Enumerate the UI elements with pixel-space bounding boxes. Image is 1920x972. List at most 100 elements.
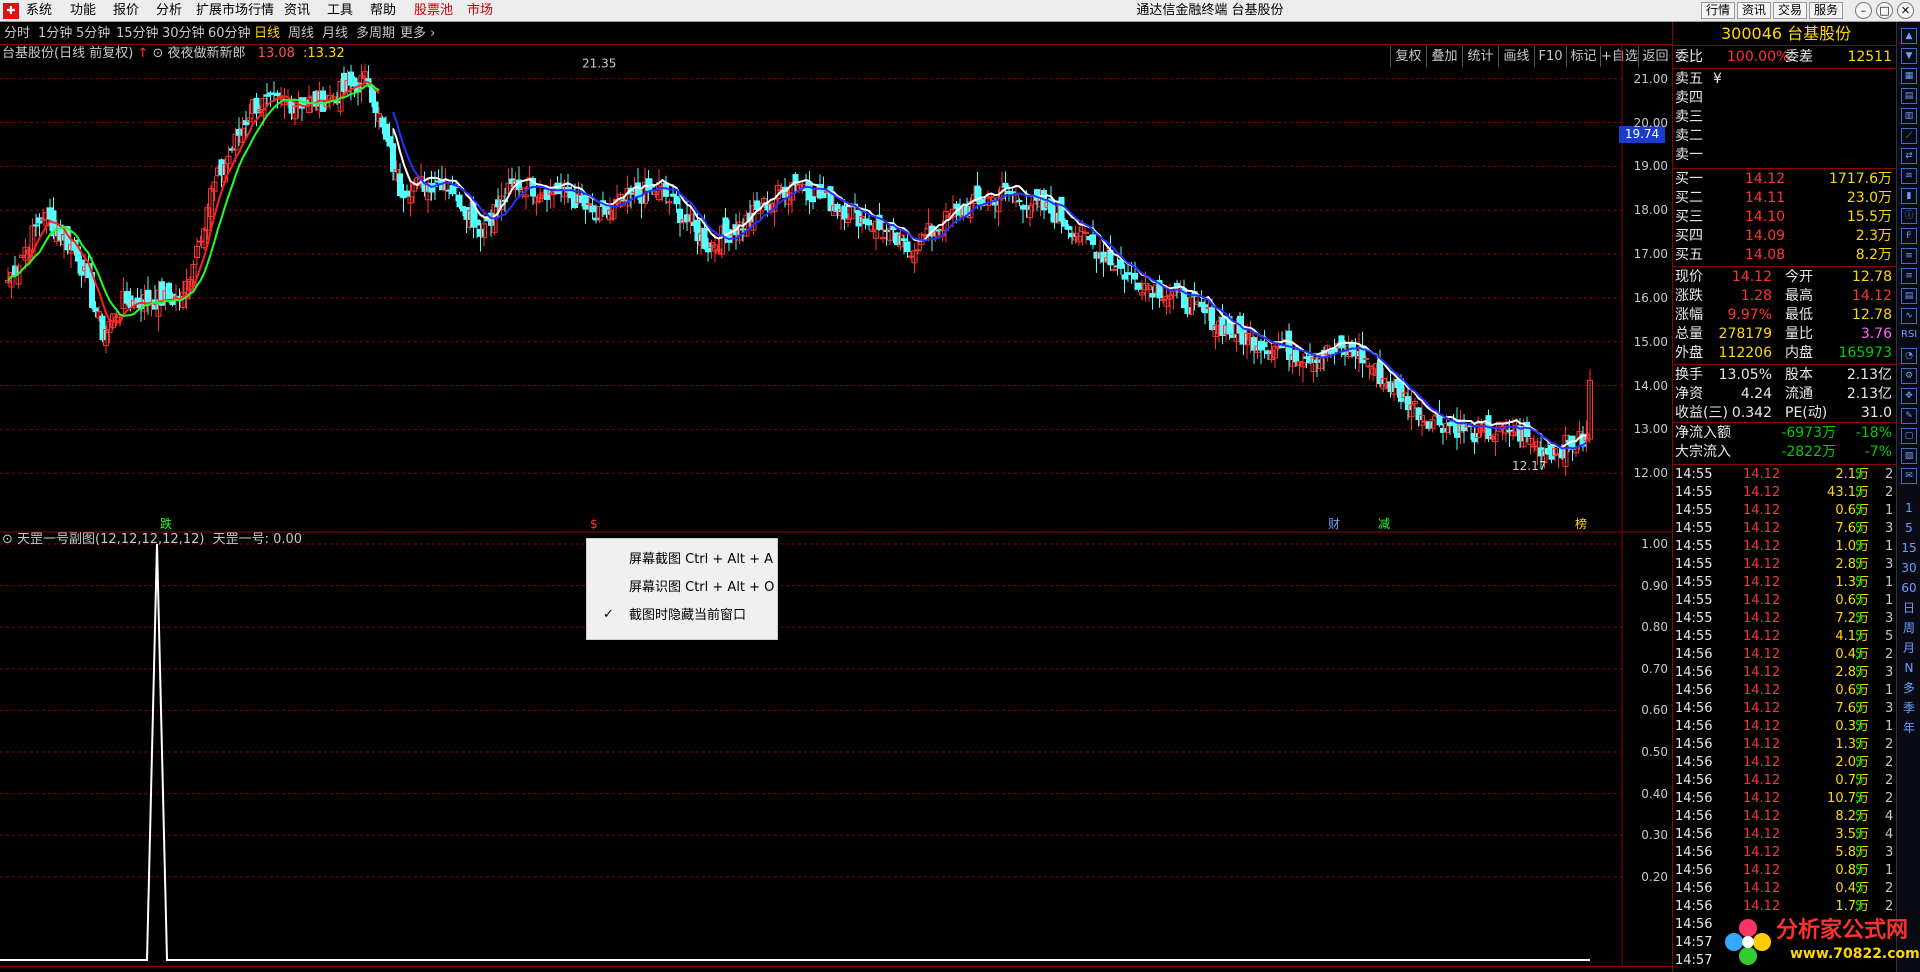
line-chart-icon[interactable]: ⟋	[1901, 128, 1917, 144]
menu-item-screen-recognize[interactable]: 屏幕识图 Ctrl + Alt + O	[629, 579, 774, 597]
tick-row[interactable]: 14:56 14.12 0.8万 S 1	[1673, 862, 1896, 880]
close-icon[interactable]: ✕	[1897, 2, 1914, 19]
wave-icon[interactable]: ∿	[1901, 308, 1917, 324]
sidebar-period-10[interactable]: 季	[1897, 700, 1920, 716]
tick-row[interactable]: 14:55 14.12 43.1万 S 2	[1673, 484, 1896, 502]
tick-t: 14:56	[1675, 773, 1713, 788]
service-button[interactable]: 服务	[1809, 2, 1843, 19]
tick-row[interactable]: 14:56 14.12 1.3万 S 2	[1673, 736, 1896, 754]
stats-icon[interactable]: ▧	[1901, 448, 1917, 464]
menu-news[interactable]: 资讯	[284, 3, 310, 19]
menu-system[interactable]: 系统	[26, 3, 52, 19]
trade-button[interactable]: 交易	[1773, 2, 1807, 19]
sidebar-period-0[interactable]: 1	[1897, 500, 1920, 516]
list-icon[interactable]: ≡	[1901, 268, 1917, 284]
arrow-down-icon[interactable]: ▼	[1901, 48, 1917, 64]
sub-chart-toggle-icon[interactable]: ⊙	[2, 532, 13, 547]
marker-finance[interactable]: 财	[1328, 517, 1340, 531]
info-icon[interactable]: ⓘ	[1901, 208, 1917, 224]
tick-row[interactable]: 14:55 14.12 0.6万 S 1	[1673, 502, 1896, 520]
menu-market[interactable]: 市场	[467, 3, 493, 19]
pie-icon[interactable]: ◔	[1901, 348, 1917, 364]
period-multi[interactable]: 多周期	[356, 26, 395, 42]
tick-row[interactable]: 14:55 14.12 2.8万 S 3	[1673, 556, 1896, 574]
period-daily[interactable]: 日线	[254, 26, 280, 42]
box-icon[interactable]: ▢	[1901, 428, 1917, 444]
sidebar-period-11[interactable]: 年	[1897, 720, 1920, 736]
menu-quote[interactable]: 报价	[113, 3, 139, 19]
period-30min[interactable]: 30分钟	[162, 26, 205, 42]
tick-row[interactable]: 14:55 14.12 7.2万 S 3	[1673, 610, 1896, 628]
tick-row[interactable]: 14:56 14.12 0.7万 S 2	[1673, 772, 1896, 790]
minimize-icon[interactable]: –	[1855, 2, 1872, 19]
sub-chart-name[interactable]: 天罡一号副图(12,12,12,12,12)	[17, 532, 204, 547]
rsi-icon[interactable]: RSI	[1901, 328, 1917, 344]
period-1min[interactable]: 1分钟	[38, 26, 72, 42]
sidebar-period-8[interactable]: N	[1897, 660, 1920, 676]
tick-row[interactable]: 14:55 14.12 1.3万 S 1	[1673, 574, 1896, 592]
marker-reduce[interactable]: 减	[1378, 517, 1390, 531]
tick-row[interactable]: 14:56 14.12 0.4万 S 2	[1673, 646, 1896, 664]
chat-icon[interactable]: ✉	[1901, 468, 1917, 484]
sidebar-period-9[interactable]: 多	[1897, 680, 1920, 696]
menu-function[interactable]: 功能	[70, 3, 96, 19]
list-icon[interactable]: ≡	[1901, 248, 1917, 264]
maximize-icon[interactable]: □	[1876, 2, 1893, 19]
menu-analysis[interactable]: 分析	[156, 3, 182, 19]
tick-row[interactable]: 14:55 14.12 2.1万 S 2	[1673, 466, 1896, 484]
grid-icon[interactable]: ▦	[1901, 68, 1917, 84]
period-5min[interactable]: 5分钟	[76, 26, 110, 42]
tick-row[interactable]: 14:56 14.12 7.6万 S 3	[1673, 700, 1896, 718]
table-icon[interactable]: ▥	[1901, 108, 1917, 124]
tick-row[interactable]: 14:55 14.12 0.6万 S 1	[1673, 592, 1896, 610]
tick-row[interactable]: 14:55 14.12 7.6万 S 3	[1673, 520, 1896, 538]
menu-tools[interactable]: 工具	[327, 3, 353, 19]
sidebar-period-5[interactable]: 日	[1897, 600, 1920, 616]
tick-row[interactable]: 14:56 14.12 2.0万 S 2	[1673, 754, 1896, 772]
sidebar-period-1[interactable]: 5	[1897, 520, 1920, 536]
candle-body	[78, 259, 85, 276]
news-icon[interactable]: ▤	[1901, 288, 1917, 304]
menu-extended-market[interactable]: 扩展市场行情	[196, 3, 274, 19]
tick-row[interactable]: 14:56 14.12 0.6万 S 1	[1673, 682, 1896, 700]
period-weekly[interactable]: 周线	[288, 26, 314, 42]
compare-icon[interactable]: ⇄	[1901, 148, 1917, 164]
sidebar-period-7[interactable]: 月	[1897, 640, 1920, 656]
period-intraday[interactable]: 分时	[4, 26, 30, 42]
tick-row[interactable]: 14:56 14.12 2.8万 S 3	[1673, 664, 1896, 682]
gear-icon[interactable]: ⚙	[1901, 368, 1917, 384]
pen-icon[interactable]: ✎	[1901, 408, 1917, 424]
quote-button[interactable]: 行情	[1701, 2, 1735, 19]
candle-icon[interactable]: ▮	[1901, 188, 1917, 204]
period-more[interactable]: 更多 ›	[400, 26, 435, 42]
marker-fall[interactable]: 跌	[160, 516, 172, 531]
f10-icon[interactable]: F	[1901, 228, 1917, 244]
tick-row[interactable]: 14:56 14.12 5.8万 S 3	[1673, 844, 1896, 862]
kline-chart[interactable]: 21.35 12.17 跌 $ 财 减 榜	[0, 44, 1672, 966]
menu-item-screenshot[interactable]: 屏幕截图 Ctrl + Alt + A	[629, 551, 773, 569]
arrow-up-icon[interactable]: ▲	[1901, 28, 1917, 44]
news-button[interactable]: 资讯	[1737, 2, 1771, 19]
flow-icon[interactable]: ≋	[1901, 168, 1917, 184]
period-15min[interactable]: 15分钟	[116, 26, 159, 42]
marker-list[interactable]: 榜	[1575, 516, 1587, 531]
tick-row[interactable]: 14:55 14.12 1.0万 S 1	[1673, 538, 1896, 556]
sidebar-period-2[interactable]: 15	[1897, 540, 1920, 556]
tick-row[interactable]: 14:56 14.12 10.7万 S 2	[1673, 790, 1896, 808]
period-monthly[interactable]: 月线	[322, 26, 348, 42]
menu-stock-pool[interactable]: 股票池	[414, 3, 453, 19]
bars-icon[interactable]: ▤	[1901, 88, 1917, 104]
sidebar-period-4[interactable]: 60	[1897, 580, 1920, 596]
tick-row[interactable]: 14:56 14.12 0.4万 S 2	[1673, 880, 1896, 898]
move-icon[interactable]: ✥	[1901, 388, 1917, 404]
sidebar-period-3[interactable]: 30	[1897, 560, 1920, 576]
tick-row[interactable]: 14:55 14.12 4.1万 S 5	[1673, 628, 1896, 646]
tick-row[interactable]: 14:56 14.12 3.5万 S 4	[1673, 826, 1896, 844]
marker-dollar[interactable]: $	[590, 517, 598, 531]
sidebar-period-6[interactable]: 周	[1897, 620, 1920, 636]
tick-row[interactable]: 14:56 14.12 8.2万 S 4	[1673, 808, 1896, 826]
menu-item-hide-window[interactable]: 截图时隐藏当前窗口	[629, 607, 746, 625]
menu-help[interactable]: 帮助	[370, 3, 396, 19]
period-60min[interactable]: 60分钟	[208, 26, 251, 42]
tick-row[interactable]: 14:56 14.12 0.3万 S 1	[1673, 718, 1896, 736]
